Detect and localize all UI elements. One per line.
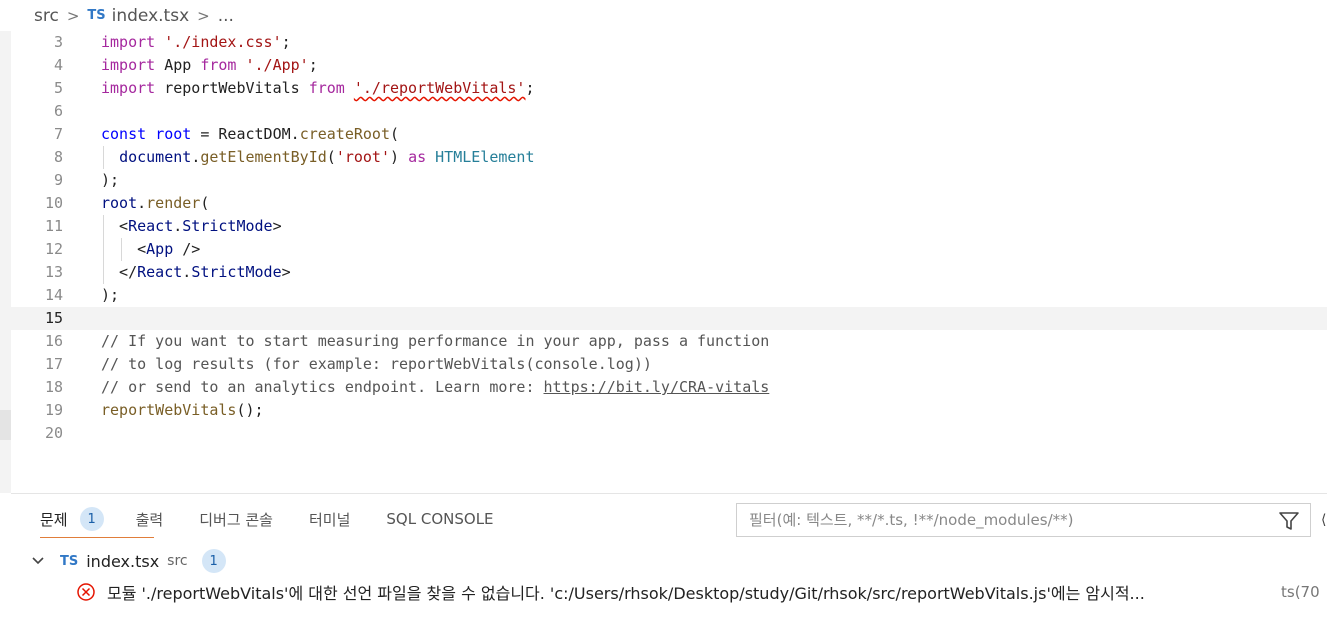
code-line[interactable]: 4 import App from './App'; [11, 54, 1327, 77]
line-number: 12 [44, 240, 63, 258]
panel-tab-label: 문제 [40, 510, 68, 529]
breadcrumb: src > TS index.tsx > ... [0, 0, 1327, 31]
code-line[interactable]: 17 // to log results (for example: report… [11, 353, 1327, 376]
line-number: 19 [44, 401, 63, 419]
code-text: import './index.css'; [101, 33, 291, 51]
problem-file-name: index.tsx [86, 551, 160, 571]
code-line[interactable]: 13 </React.StrictMode> [11, 261, 1327, 284]
code-text: root.render( [101, 194, 210, 212]
code-line[interactable]: 20 [11, 422, 1327, 445]
code-line[interactable]: 7 const root = ReactDOM.createRoot( [11, 123, 1327, 146]
code-line[interactable]: 14); [11, 284, 1327, 307]
line-number: 7 [53, 125, 63, 143]
problem-count-badge: 1 [201, 549, 226, 573]
filter-box [736, 503, 1311, 537]
line-number: 3 [53, 33, 63, 51]
panel-tab[interactable]: SQL CONSOLE [386, 494, 493, 544]
problems-panel: 문제 1 출력 디버그 콘솔 터미널 SQL CONSOLE ⟨ TS index.tsx… [11, 493, 1327, 628]
code-text: <React.StrictMode> [101, 217, 282, 235]
panel-tab[interactable]: 문제 1 [40, 494, 153, 544]
code-text: const root = ReactDOM.createRoot( [101, 125, 400, 143]
line-number: 5 [53, 79, 63, 97]
line-number: 15 [44, 309, 63, 327]
code-line[interactable]: 8 document.getElementById('root') as HTM… [11, 146, 1327, 169]
panel-tab[interactable]: 출력 [136, 494, 164, 544]
code-text: // or send to an analytics endpoint. Lea… [101, 378, 770, 396]
code-text: import reportWebVitals from './reportWeb… [101, 79, 535, 97]
line-number: 10 [44, 194, 63, 212]
typescript-file-icon: TS [87, 8, 106, 23]
panel-tabs: 문제 1 출력 디버그 콘솔 터미널 SQL CONSOLE [11, 494, 494, 544]
chevron-right-icon: > [66, 6, 80, 25]
code-line[interactable]: 19 reportWebVitals(); [11, 399, 1327, 422]
breadcrumb-folder[interactable]: src [34, 6, 59, 26]
indent-guide [103, 215, 104, 238]
code-line[interactable]: 5 import reportWebVitals from './reportWe… [11, 77, 1327, 100]
indent-guide [103, 261, 104, 284]
line-number: 16 [44, 332, 63, 350]
more-actions-icon[interactable]: ⟨ [1321, 512, 1327, 528]
code-text: <App /> [101, 240, 201, 258]
line-number: 13 [44, 263, 63, 281]
panel-tab[interactable]: 터미널 [309, 494, 350, 544]
indent-guide [103, 146, 104, 169]
indent-guide [121, 238, 123, 261]
breadcrumb-more[interactable]: ... [218, 6, 234, 26]
problem-count-badge: 1 [79, 507, 104, 531]
code-line[interactable]: 18 // or send to an analytics endpoint. L… [11, 376, 1327, 399]
problem-message: 모듈 './reportWebVitals'에 대한 선언 파일을 찾을 수 없… [107, 584, 1145, 603]
filter-input[interactable] [747, 510, 1271, 530]
line-number: 17 [44, 355, 63, 373]
code-line[interactable]: 10 root.render( [11, 192, 1327, 215]
problem-file-row[interactable]: TS index.tsx src 1 [11, 547, 226, 575]
line-number: 8 [53, 148, 63, 166]
code-text: ); [101, 171, 120, 189]
code-line[interactable]: 6 [11, 100, 1327, 123]
indent-guide [103, 238, 104, 261]
code-editor[interactable]: 3 import './index.css'; 4 import App from '… [11, 31, 1327, 493]
line-number: 11 [44, 217, 63, 235]
code-line[interactable]: 9); [11, 169, 1327, 192]
code-text: // If you want to start measuring perfor… [101, 332, 770, 350]
panel-tab-label: 출력 [135, 510, 164, 529]
panel-tab-label: 터미널 [309, 510, 351, 529]
problem-code: ts(70 [1281, 583, 1320, 601]
line-number: 6 [53, 102, 63, 120]
code-line[interactable]: 15 [11, 307, 1327, 330]
code-text: // to log results (for example: reportWe… [101, 355, 652, 373]
code-line[interactable]: 12 <App /> [11, 238, 1327, 261]
code-text: ); [101, 286, 120, 304]
error-icon [77, 583, 95, 601]
panel-tab-label: SQL CONSOLE [386, 510, 494, 528]
code-line[interactable]: 16 // If you want to start measuring perf… [11, 330, 1327, 353]
problem-file-dir: src [167, 553, 188, 569]
line-number: 18 [44, 378, 63, 396]
line-number: 14 [44, 286, 63, 304]
line-number: 20 [44, 424, 63, 442]
problem-item[interactable]: 모듈 './reportWebVitals'에 대한 선언 파일을 찾을 수 없… [11, 578, 1327, 606]
line-number: 9 [53, 171, 63, 189]
code-line[interactable]: 11 <React.StrictMode> [11, 215, 1327, 238]
code-text: reportWebVitals(); [101, 401, 264, 419]
chevron-down-icon[interactable] [31, 554, 45, 568]
breadcrumb-file[interactable]: index.tsx [112, 6, 190, 26]
code-text: import App from './App'; [101, 56, 318, 74]
chevron-right-icon: > [197, 6, 210, 25]
typescript-file-icon: TS [60, 553, 79, 569]
panel-tab[interactable]: 디버그 콘솔 [199, 494, 273, 544]
scroll-marker [0, 410, 11, 440]
code-text: </React.StrictMode> [101, 263, 291, 281]
code-line[interactable]: 3 import './index.css'; [11, 31, 1327, 54]
code-text: document.getElementById('root') as HTMLE… [119, 148, 535, 166]
panel-tab-label: 디버그 콘솔 [199, 510, 273, 529]
filter-funnel-icon[interactable] [1278, 511, 1300, 531]
line-number: 4 [53, 56, 63, 74]
